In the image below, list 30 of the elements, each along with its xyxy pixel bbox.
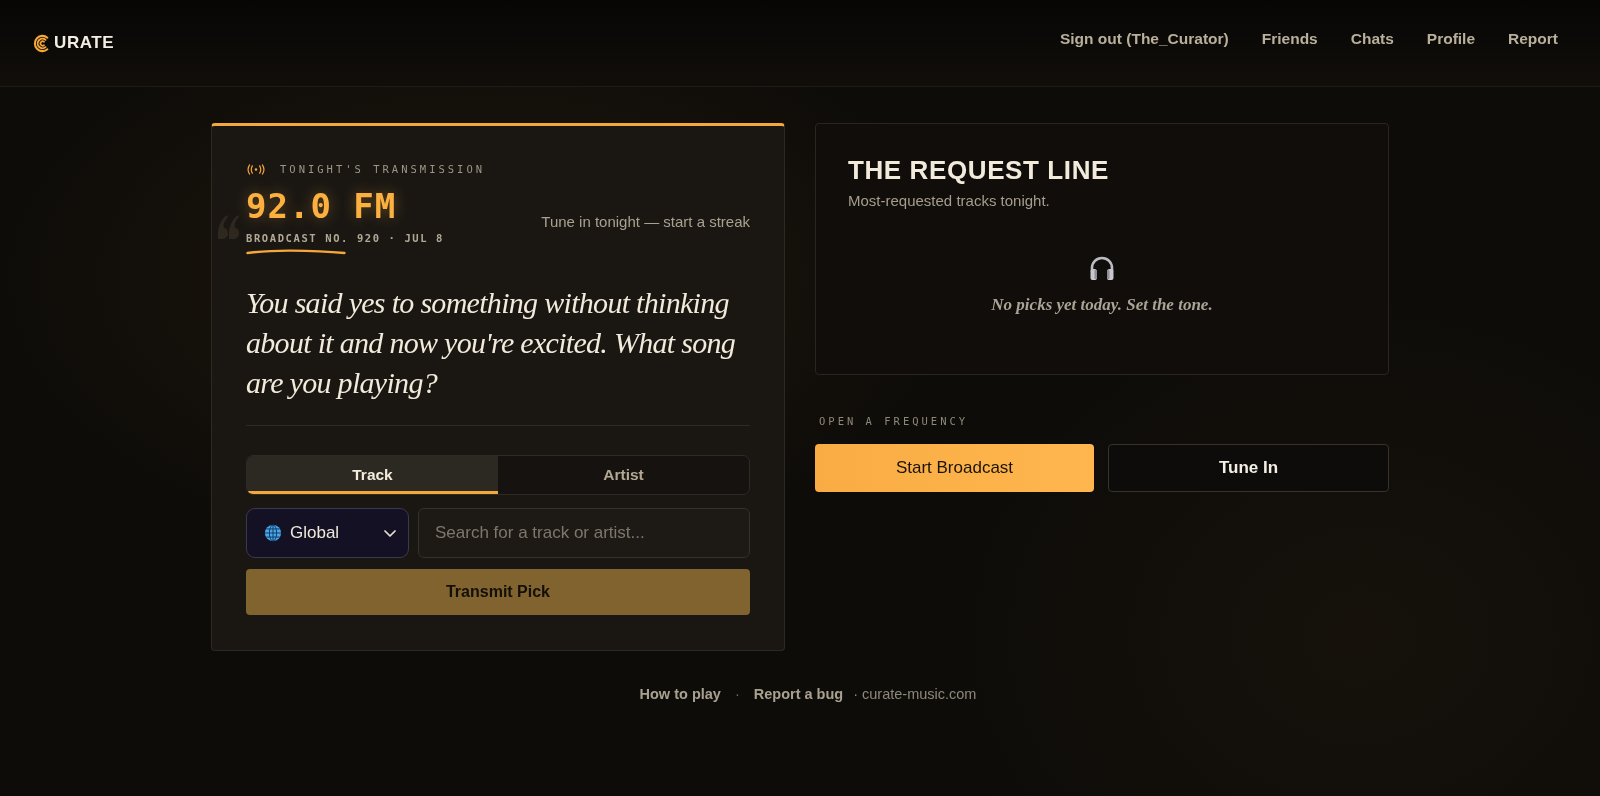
streak-hint: Tune in tonight — start a streak [541,213,750,231]
request-line-subtitle: Most-requested tracks tonight. [848,192,1051,210]
footer-link[interactable]: How to play [639,685,721,703]
nav-link[interactable]: Report [1508,29,1558,49]
chevron-down-icon [384,529,396,537]
nav-link[interactable]: Sign out (The_Curator) [1059,29,1229,49]
footer-separator: · [734,685,740,703]
start-broadcast-button[interactable]: Start Broadcast [815,444,1094,492]
question-prompt: You said yes to something without thinking about it and now you're excited. What song are you playing? [246,285,737,401]
footer-link[interactable]: Report a bug [753,685,844,703]
nav-link[interactable]: Profile [1426,29,1476,49]
broadcast-icon [246,163,266,175]
broadcast-number: BROADCAST NO. 920 · JUL 8 [246,231,445,245]
section-kicker: TONIGHT'S TRANSMISSION [280,162,486,176]
region-select[interactable]: Global [246,508,409,558]
tab[interactable]: Artist [498,456,749,494]
squiggle-underline-icon [246,248,346,255]
logo-text: URATE [54,33,115,53]
search-field[interactable]: Search for a track or artist... [418,508,750,558]
tune-in-button[interactable]: Tune In [1108,444,1389,492]
nav-link[interactable]: Chats [1350,29,1394,49]
empty-state-message: No picks yet today. Set the tone. [991,294,1213,316]
request-line-title: THE REQUEST LINE [848,155,1110,185]
frequency-display: 92.0 FM [246,187,397,225]
nav-link[interactable]: Friends [1261,29,1318,49]
tab[interactable]: Track [247,456,498,494]
footer-domain: · curate-music.com [853,685,977,703]
headphones-icon [1088,254,1116,282]
section-kicker: OPEN A FREQUENCY [818,414,970,428]
globe-icon [264,524,282,542]
